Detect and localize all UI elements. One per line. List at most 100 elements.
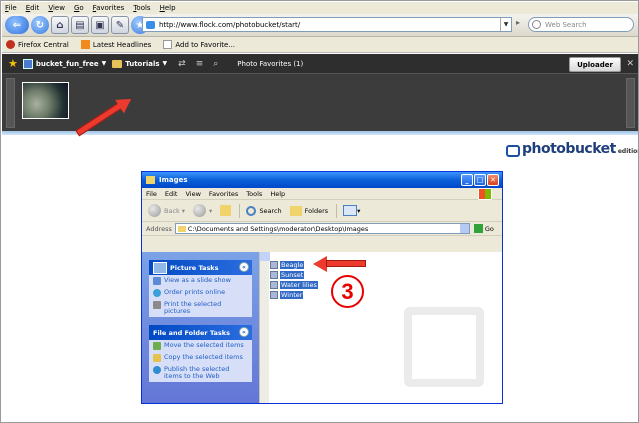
url-dropdown-icon[interactable]: ▼ [500,18,511,31]
back-button[interactable]: Back ▾ [148,204,185,217]
menu-favorites[interactable]: Favorites [93,4,125,12]
menu-edit[interactable]: Edit [165,190,178,198]
image-file-icon [270,271,278,279]
folder-icon [112,59,123,68]
picture-tasks-header[interactable]: Picture Tasks « [149,260,252,275]
task-label: Publish the selected items to the Web [164,365,230,380]
bookmark-label: Latest Headlines [92,40,152,49]
task-print-pictures[interactable]: Print the selected pictures [149,299,252,317]
step-number-badge: 3 [331,275,364,308]
blog-button[interactable]: ✎ [111,16,129,34]
views-button[interactable]: ▾ [343,205,360,216]
clipboard-icon: ▣ [95,19,105,31]
web-snippets-button[interactable]: ▣ [91,16,109,34]
logo-text: photobucket [522,141,616,157]
menu-help[interactable]: Help [270,190,285,198]
go-label: Go [484,224,494,233]
collapse-icon[interactable]: « [239,327,249,337]
explorer-titlebar[interactable]: Images _ □ ✕ [142,172,502,188]
search-button[interactable]: Search [246,205,282,216]
maximize-button[interactable]: □ [474,174,486,186]
minimize-button[interactable]: _ [461,174,473,186]
collapse-icon[interactable]: « [239,262,249,272]
chevron-down-icon[interactable] [459,224,469,233]
photo-thumbnail[interactable] [22,82,69,119]
favorites-star-icon[interactable]: ★ [8,57,18,70]
rss-icon [80,40,90,49]
close-button[interactable]: ✕ [487,174,499,186]
up-folder-button[interactable] [220,205,232,216]
file-name: Winter [280,291,304,299]
home-button[interactable]: ⌂ [51,16,69,34]
search-placeholder: Web Search [545,20,587,29]
photobucket-logo: photobucket edition [506,141,638,157]
folder-icon [146,176,155,184]
bookmark-add-favorite[interactable]: Add to Favorite... [163,40,235,49]
task-pane-scrollbar[interactable] [259,252,270,403]
chevron-down-icon: ▾ [209,206,213,215]
folders-button[interactable]: Folders [289,205,328,216]
step-number: 3 [341,278,354,304]
menu-edit[interactable]: Edit [26,4,40,12]
menu-file[interactable]: File [5,4,17,12]
reload-button[interactable]: ↻ [31,16,49,34]
file-item-winter[interactable]: Winter [270,290,318,300]
search-icon [532,20,541,29]
uploader-button[interactable]: Uploader [569,57,621,72]
refresh-icon[interactable]: ⇄ [178,59,186,69]
album-selector[interactable]: Tutorials ▼ [112,59,167,68]
go-arrow-icon[interactable]: ▸ [516,18,526,31]
image-file-icon [270,291,278,299]
album-name: Tutorials [125,59,160,68]
views-icon [343,205,358,216]
camera-icon [506,145,520,157]
task-label: Move the selected items [164,341,244,349]
bookmark-firefox-central[interactable]: Firefox Central [6,40,69,49]
task-slide-show[interactable]: View as a slide show [149,275,252,287]
account-selector[interactable]: bucket_fun_free ▼ [22,58,106,69]
close-icon[interactable]: ✕ [626,59,634,69]
toolbar-separator [239,203,241,218]
bookmarks-bar: Firefox Central Latest Headlines Add to … [2,37,638,53]
menu-view[interactable]: View [48,4,65,12]
menu-help[interactable]: Help [160,4,176,12]
address-input[interactable]: C:\Documents and Settings\moderator\Desk… [174,223,470,234]
toolbar-separator [336,203,338,218]
file-item-beagle[interactable]: Beagle [270,260,318,270]
folders-icon [289,205,302,216]
search-icon [246,205,257,216]
task-copy-items[interactable]: Copy the selected items [149,352,252,364]
task-label: Order prints online [164,288,226,296]
search-icon[interactable]: ⌕ [213,59,218,69]
scroll-right-button[interactable] [626,78,635,128]
people-sidebar-button[interactable]: ▤ [71,16,89,34]
forward-button[interactable]: ▾ [193,204,212,217]
menu-icon[interactable]: ≡ [196,59,204,69]
home-icon: ⌂ [56,19,64,31]
task-publish-web[interactable]: Publish the selected items to the Web [149,364,252,382]
menu-file[interactable]: File [146,190,157,198]
chevron-down-icon: ▾ [357,206,361,215]
file-item-water-lilies[interactable]: Water lilies [270,280,318,290]
file-folder-tasks-header[interactable]: File and Folder Tasks « [149,325,252,340]
scroll-left-button[interactable] [6,78,15,128]
scroll-up-icon[interactable] [260,252,270,261]
file-item-sunset[interactable]: Sunset [270,270,318,280]
tab-photo-favorites[interactable]: Photo Favorites (1) [231,57,310,70]
bookmark-latest-headlines[interactable]: Latest Headlines [80,40,152,49]
menu-favorites[interactable]: Favorites [209,190,238,198]
go-button[interactable]: Go [473,224,494,233]
task-order-prints[interactable]: Order prints online [149,287,252,299]
task-move-items[interactable]: Move the selected items [149,340,252,352]
menu-tools[interactable]: Tools [133,4,150,12]
web-search-input[interactable]: Web Search [528,17,634,32]
menu-tools[interactable]: Tools [246,190,262,198]
account-icon [22,58,33,69]
pointer-arrow-icon [313,256,367,272]
menu-view[interactable]: View [185,190,200,198]
explorer-window: Images _ □ ✕ File Edit View Favorites To… [141,171,503,404]
menu-go[interactable]: Go [74,4,84,12]
address-bar[interactable]: http://www.flock.com/photobucket/start/ … [142,17,512,32]
back-button[interactable]: ⇐ [5,16,29,34]
feed-icon [146,21,155,29]
